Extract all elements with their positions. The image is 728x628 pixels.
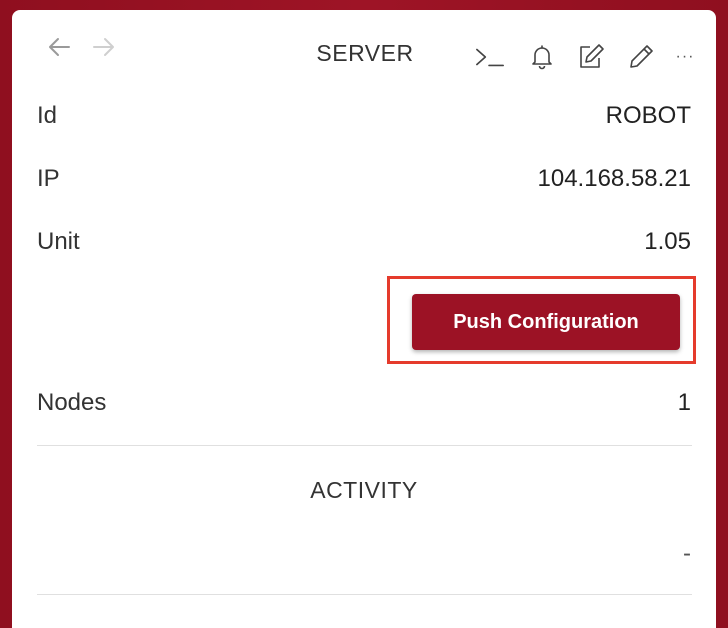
back-button[interactable]	[46, 34, 72, 60]
more-icon: ···	[675, 48, 695, 65]
pencil-icon	[630, 45, 653, 68]
edit-button[interactable]	[576, 42, 606, 72]
divider	[37, 594, 692, 595]
arrow-right-icon	[93, 38, 114, 56]
forward-button[interactable]	[91, 34, 117, 60]
push-configuration-button[interactable]: Push Configuration	[412, 294, 680, 350]
terminal-button[interactable]	[475, 42, 505, 72]
activity-title: ACTIVITY	[310, 477, 418, 503]
nodes-value: 1	[677, 389, 691, 416]
arrow-left-icon	[49, 38, 70, 56]
unit-label: Unit	[37, 228, 80, 255]
id-label: Id	[37, 102, 58, 129]
ip-label: IP	[37, 165, 60, 192]
edit-icon	[580, 44, 604, 68]
unit-value: 1.05	[644, 228, 691, 255]
divider	[37, 445, 692, 446]
panel-title: SERVER	[316, 40, 414, 66]
terminal-icon	[476, 48, 504, 67]
id-value: ROBOT	[605, 102, 691, 129]
nodes-label: Nodes	[37, 389, 107, 416]
bell-icon	[532, 45, 552, 70]
more-button[interactable]: ···	[670, 42, 700, 72]
ip-value: 104.168.58.21	[537, 165, 691, 192]
notifications-button[interactable]	[527, 42, 557, 72]
activity-value: -	[683, 540, 691, 567]
pencil-button[interactable]	[626, 42, 656, 72]
